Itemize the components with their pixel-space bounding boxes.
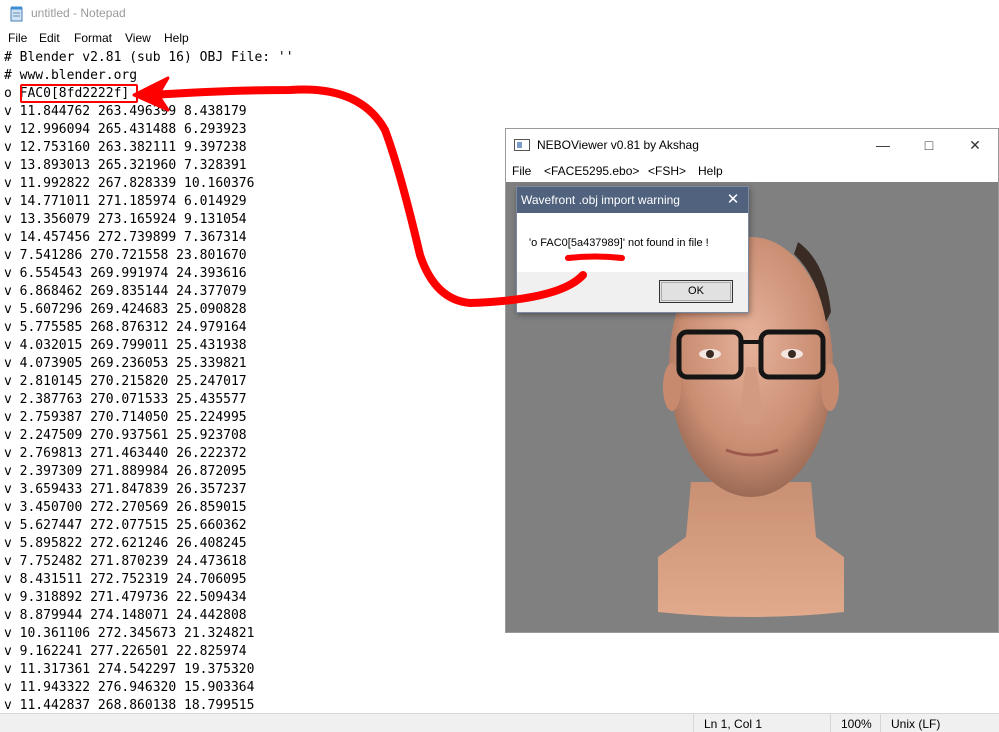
viewer-menu-help[interactable]: Help <box>698 164 723 178</box>
left-iris <box>706 350 714 358</box>
minimize-icon[interactable]: — <box>860 129 906 161</box>
text-line: v 11.943322 276.946320 15.903364 <box>4 680 255 695</box>
menu-file[interactable]: File <box>8 31 27 45</box>
status-zoom: 100% <box>830 714 872 732</box>
viewer-title-bar: NEBOViewer v0.81 by Akshag — □ ✕ <box>506 129 998 161</box>
viewer-menu-fsh-file[interactable]: <FSH> <box>648 164 686 178</box>
text-line: # Blender v2.81 (sub 16) OBJ File: '' <box>4 50 294 65</box>
menu-view[interactable]: View <box>125 31 151 45</box>
dialog-message: 'o FAC0[5a437989]' not found in file ! <box>529 237 709 249</box>
viewer-menu-ebo-file[interactable]: <FACE5295.ebo> <box>544 164 639 178</box>
notepad-title-bar: untitled - Notepad <box>0 0 999 29</box>
close-icon[interactable]: ✕ <box>952 129 998 161</box>
status-cursor-position: Ln 1, Col 1 <box>693 714 762 732</box>
viewer-window-title: NEBOViewer v0.81 by Akshag <box>537 138 699 152</box>
notepad-menu-bar: File Edit Format View Help <box>0 29 999 49</box>
menu-format[interactable]: Format <box>74 31 112 45</box>
text-line: # www.blender.org <box>4 68 138 83</box>
viewer-menu-file[interactable]: File <box>512 164 531 178</box>
import-warning-dialog: Wavefront .obj import warning ✕ 'o FAC0[… <box>516 186 749 313</box>
menu-help[interactable]: Help <box>164 31 189 45</box>
dialog-footer: OK <box>517 272 748 312</box>
text-line: v 11.442837 268.860138 18.799515 <box>4 698 255 713</box>
notepad-icon <box>10 6 23 22</box>
text-line: v 11.844762 263.496399 8.438179 <box>4 104 247 119</box>
dialog-title-bar: Wavefront .obj import warning ✕ <box>517 187 748 213</box>
maximize-icon[interactable]: □ <box>906 129 952 161</box>
red-highlight-box <box>20 84 138 103</box>
obj-object-name-line: o FAC0[8fd2222f] <box>4 84 999 103</box>
dialog-close-icon[interactable]: ✕ <box>722 188 744 212</box>
menu-edit[interactable]: Edit <box>39 31 60 45</box>
text-line: v 9.162241 277.226501 22.825974 <box>4 644 247 659</box>
text-line: v 11.317361 274.542297 19.375320 <box>4 662 255 677</box>
viewer-app-icon <box>514 139 530 151</box>
status-line-ending: Unix (LF) <box>880 714 940 732</box>
dialog-title: Wavefront .obj import warning <box>521 193 680 207</box>
viewer-menu-bar: File <FACE5295.ebo> <FSH> Help <box>506 161 998 181</box>
ok-button[interactable]: OK <box>659 280 733 303</box>
notepad-status-bar: Ln 1, Col 1 100% Unix (LF) <box>0 713 999 732</box>
right-iris <box>788 350 796 358</box>
notepad-window-title: untitled - Notepad <box>31 6 126 20</box>
neck-shape <box>658 482 844 617</box>
